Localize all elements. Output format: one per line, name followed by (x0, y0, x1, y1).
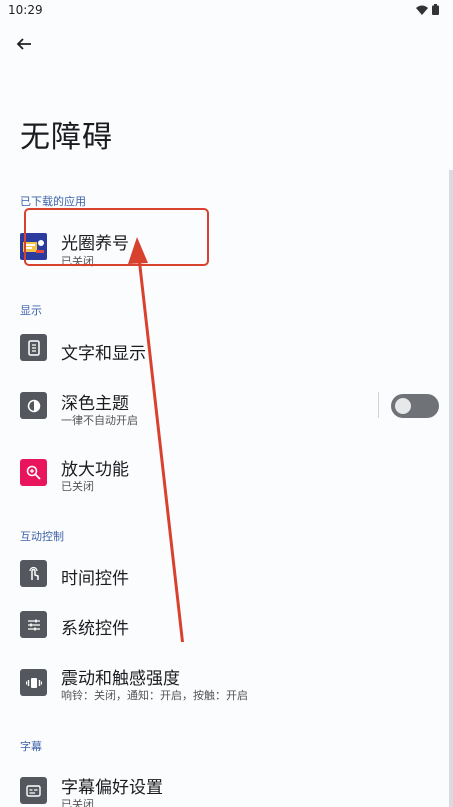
item-caption-preferences[interactable]: 字幕偏好设置 已关闭 (0, 768, 453, 807)
item-dark-theme[interactable]: 深色主题 一律不自动开启 (0, 382, 453, 432)
battery-icon (432, 4, 439, 15)
wifi-icon (416, 5, 428, 15)
tune-icon (20, 611, 47, 638)
dark-theme-toggle[interactable] (391, 394, 439, 418)
item-subtitle: 已关闭 (61, 798, 94, 807)
status-icons (416, 4, 439, 15)
item-title: 放大功能 (61, 460, 129, 480)
annotation-highlight-box (24, 208, 209, 266)
item-magnification[interactable]: 放大功能 已关闭 (0, 450, 453, 500)
vibration-icon (20, 669, 47, 696)
item-title: 文字和显示 (61, 344, 146, 364)
section-display: 显示 (20, 304, 42, 317)
item-system-controls[interactable]: 系统控件 (0, 604, 453, 648)
toggle-divider (378, 392, 379, 418)
item-text-display[interactable]: 文字和显示 (0, 326, 453, 372)
status-bar: 10:29 (0, 0, 453, 22)
item-timing-controls[interactable]: 时间控件 (0, 553, 453, 597)
item-vibration-haptics[interactable]: 震动和触感强度 响铃：关闭，通知：开启，按触：开启 (0, 659, 453, 709)
item-subtitle: 响铃：关闭，通知：开启，按触：开启 (61, 689, 248, 702)
item-subtitle: 一律不自动开启 (61, 414, 138, 427)
item-title: 震动和触感强度 (61, 669, 180, 689)
back-button[interactable] (10, 32, 38, 56)
page-title: 无障碍 (20, 120, 113, 155)
toggle-knob (395, 398, 411, 414)
dark-theme-icon (20, 392, 47, 419)
item-title: 深色主题 (61, 394, 129, 414)
section-downloaded-apps: 已下载的应用 (20, 195, 86, 208)
section-captions: 字幕 (20, 740, 42, 753)
magnify-icon (20, 459, 47, 486)
captions-icon (20, 777, 47, 804)
item-subtitle: 已关闭 (61, 480, 94, 493)
item-title: 时间控件 (61, 569, 129, 589)
item-title: 系统控件 (61, 619, 129, 639)
text-display-icon (20, 334, 47, 361)
section-interaction-controls: 互动控制 (20, 530, 64, 543)
status-time: 10:29 (8, 3, 43, 17)
arrow-back-icon (16, 38, 31, 50)
item-title: 字幕偏好设置 (61, 778, 163, 798)
touch-icon (20, 560, 47, 587)
